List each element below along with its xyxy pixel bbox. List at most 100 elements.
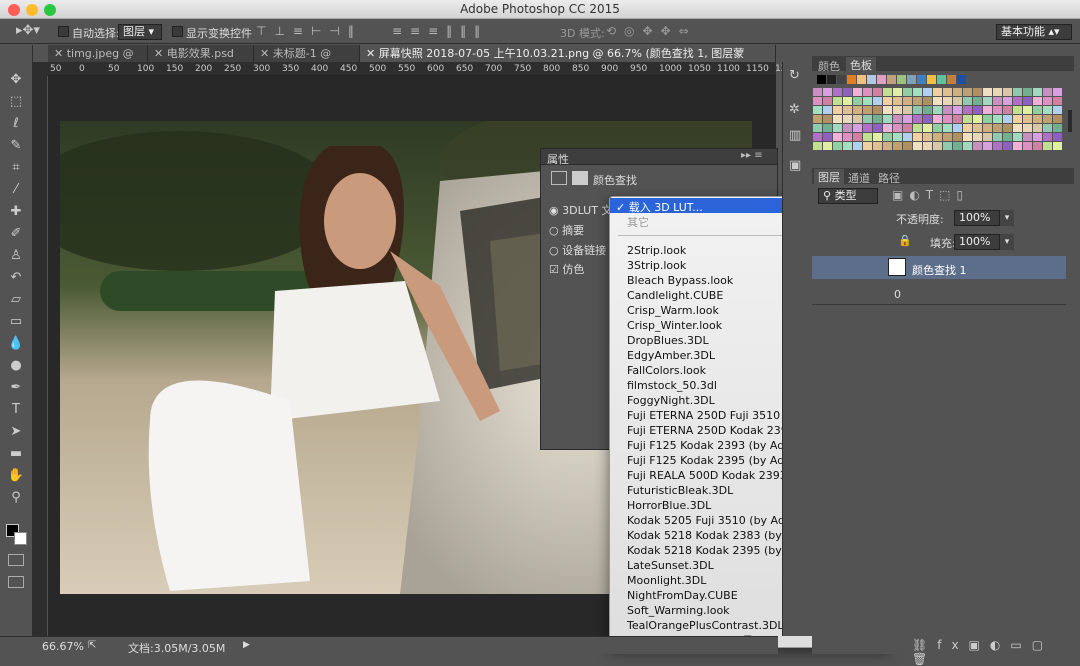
swatch[interactable] — [1013, 124, 1022, 132]
fill-input[interactable]: 100% — [954, 234, 1000, 250]
load-3dlut-item[interactable]: ✓ 载入 3D LUT... — [616, 199, 703, 215]
panel-collapse-icon[interactable]: ▸▸ ≡ — [741, 150, 763, 161]
swatch[interactable] — [873, 124, 882, 132]
swatch[interactable] — [1023, 124, 1032, 132]
swatch[interactable] — [1013, 88, 1022, 96]
swatch[interactable] — [1043, 88, 1052, 96]
swatch[interactable] — [867, 75, 876, 84]
move-tool-icon[interactable]: ✥ — [5, 68, 27, 90]
swatch[interactable] — [843, 97, 852, 105]
swatch[interactable] — [1023, 106, 1032, 114]
swatch[interactable] — [923, 142, 932, 150]
swatch[interactable] — [903, 88, 912, 96]
swatch[interactable] — [1013, 106, 1022, 114]
swatch[interactable] — [923, 106, 932, 114]
swatch[interactable] — [973, 88, 982, 96]
swatch[interactable] — [943, 124, 952, 132]
swatch[interactable] — [1023, 97, 1032, 105]
swatch[interactable] — [833, 88, 842, 96]
swatch[interactable] — [1023, 142, 1032, 150]
swatch[interactable] — [813, 124, 822, 132]
shape-tool-icon[interactable]: ▬ — [5, 442, 27, 464]
minimize-window-icon[interactable] — [26, 4, 38, 16]
swatch[interactable] — [813, 142, 822, 150]
swatch[interactable] — [943, 106, 952, 114]
lut-item[interactable]: filmstock_50.3dl — [627, 379, 717, 392]
swatch[interactable] — [913, 106, 922, 114]
lut-item[interactable]: HorrorBlue.3DL — [627, 499, 711, 512]
swatch[interactable] — [983, 124, 992, 132]
lut-item[interactable]: Soft_Warming.look — [627, 604, 730, 617]
swatch[interactable] — [917, 75, 926, 84]
swatch[interactable] — [943, 133, 952, 141]
swatch[interactable] — [1043, 124, 1052, 132]
swatch[interactable] — [1013, 115, 1022, 123]
move-tool-icon[interactable]: ▸✥▾ — [16, 23, 40, 38]
history-icon[interactable]: ↻ — [789, 68, 800, 83]
swatch[interactable] — [973, 97, 982, 105]
swatch[interactable] — [903, 142, 912, 150]
swatch[interactable] — [823, 106, 832, 114]
swatch[interactable] — [1053, 142, 1062, 150]
swatch[interactable] — [843, 133, 852, 141]
tab-layers[interactable]: 图层 — [814, 169, 844, 185]
swatch[interactable] — [843, 88, 852, 96]
swatch[interactable] — [853, 88, 862, 96]
swatch[interactable] — [993, 142, 1002, 150]
swatch[interactable] — [887, 75, 896, 84]
lut-item[interactable]: Bleach Bypass.look — [627, 274, 733, 287]
swatch[interactable] — [1043, 115, 1052, 123]
layer-name[interactable]: 颜色查找 1 — [912, 262, 967, 278]
swatch[interactable] — [897, 75, 906, 84]
tab-channels[interactable]: 通道 — [848, 170, 870, 186]
tab-paths[interactable]: 路径 — [878, 170, 900, 186]
swatch[interactable] — [843, 106, 852, 114]
lut-item[interactable]: Candlelight.CUBE — [627, 289, 723, 302]
swatch[interactable] — [883, 97, 892, 105]
swatch[interactable] — [953, 106, 962, 114]
stamp-tool-icon[interactable]: ♙ — [5, 244, 27, 266]
lut-item[interactable]: FuturisticBleak.3DL — [627, 484, 733, 497]
path-select-tool-icon[interactable]: ➤ — [5, 420, 27, 442]
swatch[interactable] — [963, 106, 972, 114]
hand-tool-icon[interactable]: ✋ — [5, 464, 27, 486]
swatch[interactable] — [953, 97, 962, 105]
swatch[interactable] — [863, 133, 872, 141]
swatch[interactable] — [1033, 88, 1042, 96]
kind-filter[interactable]: ⚲ 类型 — [818, 188, 878, 204]
filter-icons[interactable]: ▣◐T⬚▯ — [892, 188, 969, 202]
swatch[interactable] — [913, 133, 922, 141]
swatch[interactable] — [1043, 97, 1052, 105]
history-brush-icon[interactable]: ↶ — [5, 266, 27, 288]
export-icon[interactable]: ⇱ — [88, 640, 96, 651]
tab-swatches[interactable]: 色板 — [846, 57, 876, 73]
swatch[interactable] — [1033, 97, 1042, 105]
swatch[interactable] — [843, 142, 852, 150]
swatch[interactable] — [903, 97, 912, 105]
swatch[interactable] — [1033, 106, 1042, 114]
swatch[interactable] — [873, 133, 882, 141]
swatch[interactable] — [893, 142, 902, 150]
swatch[interactable] — [943, 97, 952, 105]
swatch[interactable] — [883, 115, 892, 123]
swatch[interactable] — [823, 115, 832, 123]
swatch[interactable] — [993, 133, 1002, 141]
close-window-icon[interactable] — [8, 4, 20, 16]
lut-item[interactable]: Crisp_Winter.look — [627, 319, 722, 332]
swatch[interactable] — [833, 115, 842, 123]
swatch[interactable] — [953, 133, 962, 141]
swatch[interactable] — [873, 142, 882, 150]
lut-item[interactable]: DropBlues.3DL — [627, 334, 709, 347]
quick-select-tool-icon[interactable]: ✎ — [5, 134, 27, 156]
swatch[interactable] — [853, 142, 862, 150]
swatch[interactable] — [963, 115, 972, 123]
swatch[interactable] — [923, 88, 932, 96]
swatch[interactable] — [963, 133, 972, 141]
swatch[interactable] — [1003, 88, 1012, 96]
swatch[interactable] — [1043, 106, 1052, 114]
swatch[interactable] — [1043, 142, 1052, 150]
swatch[interactable] — [1053, 133, 1062, 141]
distribute-icons[interactable]: ≡≡≡‖‖‖ — [392, 24, 488, 38]
swatch[interactable] — [1003, 124, 1012, 132]
swatch[interactable] — [873, 106, 882, 114]
